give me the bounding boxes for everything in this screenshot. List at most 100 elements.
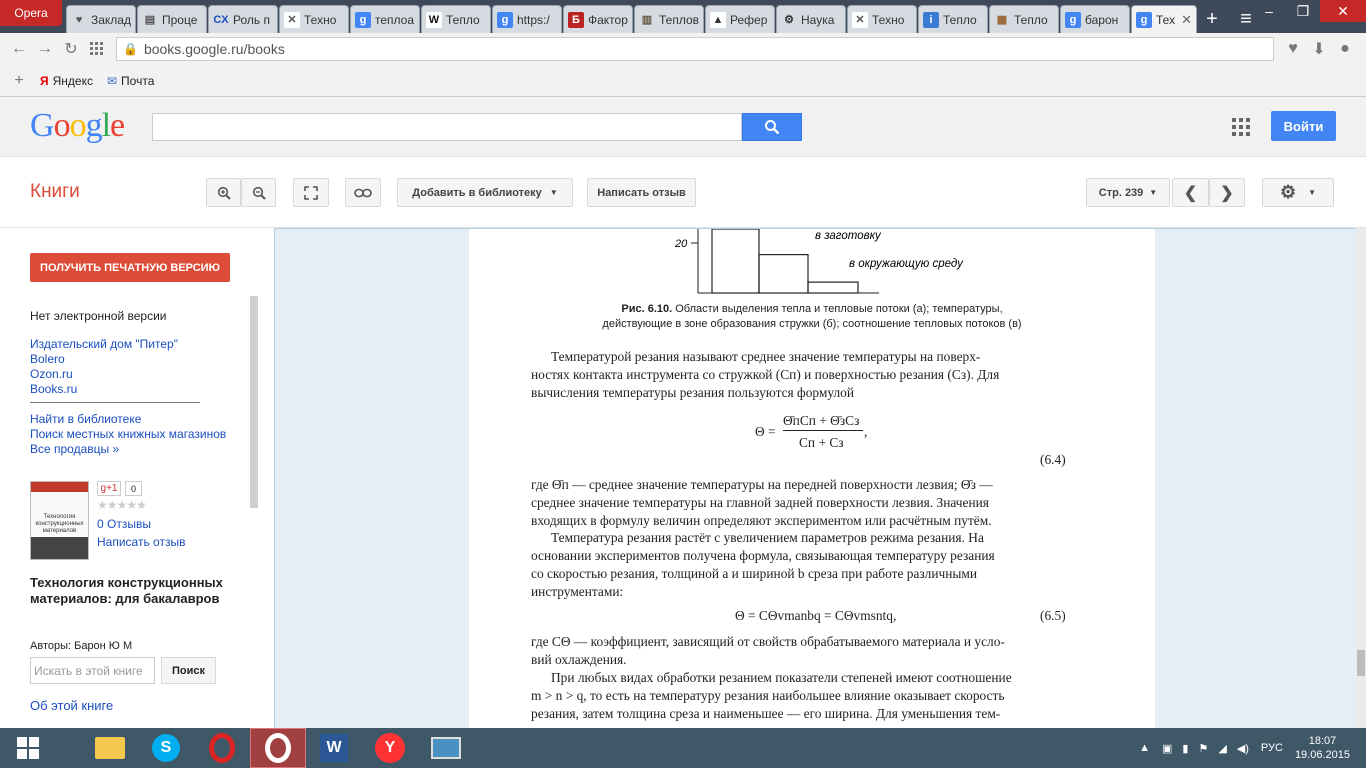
books-section-title[interactable]: Книги [30, 181, 80, 203]
book-viewer[interactable]: 20 в заготовку в окружающую среду Рис. 6… [274, 228, 1366, 728]
flag-icon[interactable]: ⚑ [1198, 742, 1208, 755]
find-in-library-link[interactable]: Найти в библиотеке [30, 412, 141, 426]
opera-taskbar-icon[interactable] [194, 728, 250, 768]
browser-tab[interactable]: W Тепло [421, 5, 491, 33]
local-stores-link[interactable]: Поиск местных книжных магазинов [30, 427, 226, 441]
forward-icon[interactable]: → [32, 36, 58, 62]
chevron-left-icon: ❮ [1183, 184, 1198, 202]
minimize-icon[interactable]: – [1252, 0, 1286, 22]
browser-tab[interactable]: g барон [1060, 5, 1130, 33]
paragraph-line: резания, затем толщина среза и наименьше… [531, 706, 1001, 721]
browser-tab[interactable]: CX Роль п [208, 5, 278, 33]
browser-tab[interactable]: g https:/ [492, 5, 562, 33]
tab-label: Тепло [446, 12, 480, 27]
bookmark-mail[interactable]: ✉ Почта [107, 74, 154, 88]
browser-tab[interactable]: ▲ Рефер [705, 5, 775, 33]
browser-tab[interactable]: g теплоа [350, 5, 420, 33]
opera-active-taskbar-icon[interactable] [250, 728, 306, 768]
maximize-icon[interactable]: ❐ [1286, 0, 1320, 22]
page-select[interactable]: Стр. 239 ▼ [1086, 178, 1170, 207]
volume-icon[interactable]: ◀) [1237, 742, 1249, 755]
google-search-input[interactable] [152, 113, 742, 141]
prev-page-button[interactable]: ❮ [1172, 178, 1209, 207]
skype-taskbar-icon[interactable]: S [138, 728, 194, 768]
b-icon: Б [568, 11, 584, 28]
search-in-book-button[interactable]: Поиск [161, 657, 216, 684]
bookmark-yandex[interactable]: Я Яндекс [40, 74, 93, 88]
language-indicator[interactable]: РУС [1261, 742, 1283, 754]
browser-tab[interactable]: ✕ Техно [847, 5, 917, 33]
seller-link[interactable]: Издательский дом "Питер" [30, 337, 178, 351]
browser-tab[interactable]: ▥ Теплов [634, 5, 704, 33]
book-cover[interactable]: Технология конструкционных материалов [30, 481, 89, 560]
reviews-link[interactable]: 0 Отзывы [97, 517, 151, 531]
browser-tab[interactable]: i Тепло [918, 5, 988, 33]
viewer-scroll-thumb[interactable] [1357, 650, 1365, 676]
account-icon[interactable]: ● [1332, 36, 1358, 62]
seller-link[interactable]: Bolero [30, 352, 65, 366]
browser-tab[interactable]: ▩ Тепло [989, 5, 1059, 33]
browser-tab[interactable]: g Тех ✕ [1131, 5, 1197, 33]
google-search-button[interactable] [742, 113, 802, 141]
formula-6-4-comma: , [864, 424, 868, 439]
sidebar-scrollbar[interactable] [250, 296, 258, 508]
signin-button[interactable]: Войти [1271, 111, 1336, 141]
link-button[interactable] [345, 178, 381, 207]
gplus-button[interactable]: g+1 [97, 481, 121, 496]
mail-icon: ✉ [106, 73, 118, 88]
settings-button[interactable]: ⚙ ▼ [1262, 178, 1334, 207]
new-tab-button[interactable]: + [1198, 5, 1226, 33]
yandex-browser-taskbar-icon[interactable]: Y [362, 728, 418, 768]
download-icon[interactable]: ⬇ [1306, 36, 1332, 62]
opera-menu-button[interactable]: Opera [0, 0, 62, 26]
get-print-version-button[interactable]: ПОЛУЧИТЬ ПЕЧАТНУЮ ВЕРСИЮ [30, 253, 230, 282]
about-book-link[interactable]: Об этой книге [30, 698, 113, 713]
paragraph-line: вий охлаждения. [531, 652, 627, 667]
book-title: Технология конструкционных материалов: д… [30, 575, 223, 606]
zoom-out-button[interactable] [241, 178, 276, 207]
browser-tab[interactable]: ▤ Проце [137, 5, 207, 33]
browser-tab[interactable]: ♥ Заклад [66, 5, 136, 33]
add-bookmark-icon[interactable]: + [6, 68, 32, 94]
image-viewer-taskbar-icon[interactable] [418, 728, 474, 768]
write-review-button[interactable]: Написать отзыв [587, 178, 696, 207]
no-ebook-text: Нет электронной версии [30, 309, 167, 323]
tray-arrow-icon[interactable]: ▲ [1139, 742, 1150, 754]
battery-icon[interactable]: ▮ [1182, 742, 1188, 755]
add-to-library-button[interactable]: Добавить в библиотеку ▼ [397, 178, 573, 207]
clock[interactable]: 18:07 19.06.2015 [1295, 734, 1350, 762]
all-sellers-link[interactable]: Все продавцы » [30, 442, 119, 456]
seller-link[interactable]: Ozon.ru [30, 367, 73, 381]
next-page-button[interactable]: ❯ [1209, 178, 1245, 207]
url-field[interactable]: 🔒 books.google.ru/books [116, 37, 1274, 61]
formula-6-4-numerator: Θ̄пCп + Θ̄зCз [783, 413, 860, 428]
speed-dial-icon[interactable] [84, 36, 110, 62]
google-logo[interactable]: Google [30, 107, 125, 145]
tab-label: Роль п [233, 12, 270, 27]
browser-tab[interactable]: ⚙ Наука [776, 5, 846, 33]
apps-grid-icon[interactable] [1232, 118, 1250, 136]
close-tab-icon[interactable]: ✕ [1181, 12, 1192, 28]
back-icon[interactable]: ← [6, 36, 32, 62]
label-environment: в окружающую среду [849, 258, 964, 270]
explorer-taskbar-icon[interactable] [82, 728, 138, 768]
word-taskbar-icon[interactable]: W [306, 728, 362, 768]
browser-tab[interactable]: Б Фактор [563, 5, 633, 33]
signal-icon[interactable]: ◢ [1218, 742, 1226, 755]
network-icon[interactable]: ▣ [1162, 742, 1172, 755]
reload-icon[interactable]: ↻ [58, 36, 84, 62]
paragraph-line: входящих в формулу величин определяют эк… [531, 513, 992, 528]
search-in-book-input[interactable]: Искать в этой книге [30, 657, 155, 684]
bookmark-heart-icon[interactable]: ♥ [1280, 36, 1306, 62]
close-window-icon[interactable]: ✕ [1320, 0, 1366, 22]
fraction-bar [783, 430, 863, 431]
paragraph-line: где Θ̄п — среднее значение температуры н… [531, 477, 993, 492]
browser-tab[interactable]: ✕ Техно [279, 5, 349, 33]
zoom-in-button[interactable] [206, 178, 241, 207]
seller-link[interactable]: Books.ru [30, 382, 77, 396]
figure-bar [758, 254, 809, 294]
fullscreen-button[interactable] [293, 178, 329, 207]
start-button[interactable] [0, 728, 56, 768]
write-review-link[interactable]: Написать отзыв [97, 535, 185, 549]
secure-lock-icon: 🔒 [123, 42, 138, 56]
